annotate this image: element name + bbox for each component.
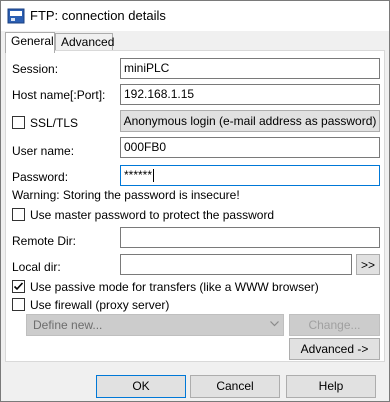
local-dir-input[interactable]	[120, 254, 352, 275]
cancel-button[interactable]: Cancel	[190, 375, 280, 398]
password-label: Password:	[12, 170, 69, 184]
app-icon	[7, 8, 25, 24]
change-proxy-button: Change...	[289, 314, 380, 336]
browse-local-dir-button[interactable]: >>	[356, 254, 380, 275]
password-warning: Warning: Storing the password is insecur…	[12, 188, 240, 202]
session-label: Session:	[12, 62, 59, 76]
advanced-button[interactable]: Advanced ->	[289, 338, 380, 360]
title-bar: FTP: connection details	[1, 1, 389, 31]
proxy-select: Define new...	[26, 314, 284, 336]
local-dir-label: Local dir:	[12, 260, 61, 274]
help-button[interactable]: Help	[286, 375, 376, 398]
master-password-label: Use master password to protect the passw…	[30, 208, 275, 222]
firewall-label: Use firewall (proxy server)	[30, 298, 170, 312]
text-caret	[153, 169, 155, 183]
ftp-connection-dialog: FTP: connection details General Advanced…	[0, 0, 390, 402]
remote-dir-input[interactable]	[120, 227, 380, 248]
ok-button[interactable]: OK	[96, 375, 186, 398]
firewall-checkbox[interactable]	[12, 298, 25, 311]
remote-dir-label: Remote Dir:	[12, 234, 77, 248]
tab-general[interactable]: General	[5, 32, 55, 53]
proxy-select-value: Define new...	[33, 318, 103, 332]
master-password-checkbox[interactable]	[12, 208, 25, 221]
host-input[interactable]: 192.168.1.15	[120, 84, 380, 105]
dialog-client: General Advanced Session: miniPLC Host n…	[1, 31, 389, 401]
host-label: Host name[:Port]:	[12, 88, 106, 102]
passive-mode-label: Use passive mode for transfers (like a W…	[30, 280, 319, 294]
general-panel: Session: miniPLC Host name[:Port]: 192.1…	[5, 50, 385, 362]
window-title: FTP: connection details	[30, 8, 166, 23]
password-value: ******	[124, 168, 153, 182]
user-label: User name:	[12, 144, 75, 158]
session-input[interactable]: miniPLC	[120, 58, 380, 79]
passive-mode-checkbox[interactable]	[12, 280, 25, 293]
chevron-down-icon	[270, 321, 279, 327]
ssl-checkbox[interactable]	[12, 116, 25, 129]
anonymous-login-button[interactable]: Anonymous login (e-mail address as passw…	[120, 110, 380, 132]
user-input[interactable]: 000FB0	[120, 137, 380, 158]
checkmark-icon	[13, 282, 24, 291]
ssl-label: SSL/TLS	[30, 116, 79, 130]
password-input[interactable]: ******	[120, 165, 380, 186]
